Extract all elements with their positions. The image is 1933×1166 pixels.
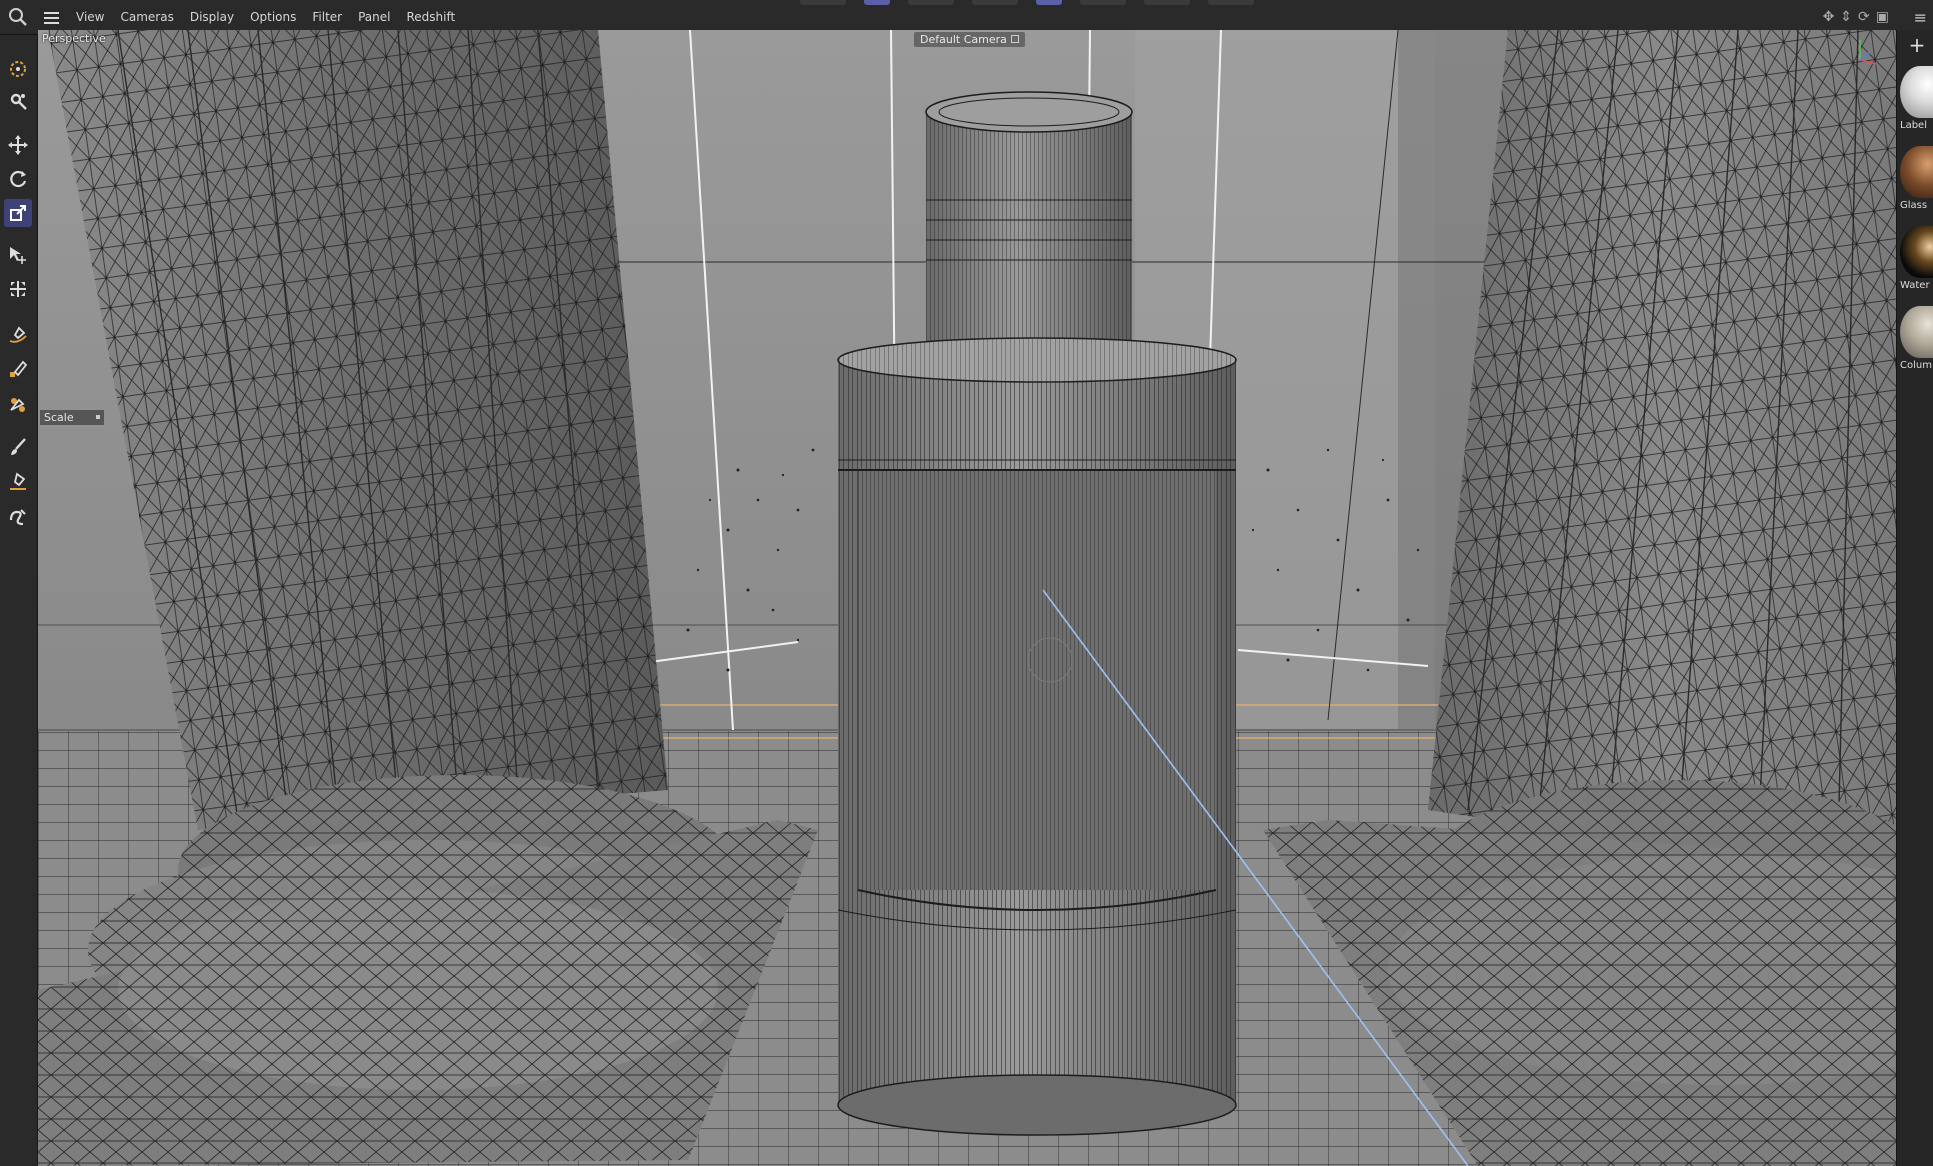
hud-pin-icon[interactable] xyxy=(96,415,100,419)
tool-palette xyxy=(0,35,38,1166)
scene-render[interactable] xyxy=(38,30,1896,1166)
material-swatch[interactable]: Water xyxy=(1900,226,1933,291)
rotate-icon[interactable] xyxy=(4,165,32,193)
material-swatch[interactable]: Glass xyxy=(1900,146,1933,211)
camera-lock-icon[interactable] xyxy=(1010,35,1019,43)
material-ball-icon xyxy=(1900,226,1933,278)
brush-icon[interactable] xyxy=(4,433,32,461)
material-shelf: + Label Glass Water Colum xyxy=(1896,30,1933,1166)
material-ball-icon xyxy=(1900,306,1933,358)
perspective-viewport[interactable]: Perspective Default Camera Scale xyxy=(38,30,1896,1166)
tools-settings-icon[interactable] xyxy=(4,87,32,115)
polygon-pen-icon[interactable] xyxy=(4,467,32,495)
menu-options[interactable]: Options xyxy=(242,0,304,34)
layout-tabs xyxy=(800,0,1254,6)
viewport-nav-icons: ✥ ⇕ ⟳ ▣ xyxy=(1823,9,1889,25)
dolly-icon[interactable]: ⇕ xyxy=(1840,9,1852,25)
viewport-menus: View Cameras Display Options Filter Pane… xyxy=(68,0,463,34)
camera-name: Default Camera xyxy=(920,33,1007,46)
material-ball-icon xyxy=(1900,66,1933,118)
menu-view[interactable]: View xyxy=(68,0,112,34)
pan-icon[interactable]: ✥ xyxy=(1823,9,1835,25)
search-icon[interactable] xyxy=(6,6,30,28)
material-name: Glass xyxy=(1900,200,1928,211)
active-tool-hud[interactable]: Scale xyxy=(40,410,104,425)
panel-menu-icon[interactable]: ≡ xyxy=(1914,8,1927,27)
material-name: Label xyxy=(1900,120,1927,131)
maximize-icon[interactable]: ▣ xyxy=(1876,9,1889,25)
menu-display[interactable]: Display xyxy=(182,0,242,34)
layout-tab[interactable] xyxy=(1144,0,1190,5)
orbit-icon[interactable]: ⟳ xyxy=(1858,9,1870,25)
transform-icon[interactable] xyxy=(4,275,32,303)
layout-tab[interactable] xyxy=(1080,0,1126,5)
select-move-icon[interactable] xyxy=(4,241,32,269)
material-swatch[interactable]: Colum xyxy=(1900,306,1933,371)
layout-tab-active[interactable] xyxy=(1036,0,1062,5)
view-name-label[interactable]: Perspective xyxy=(42,32,106,45)
layout-tab[interactable] xyxy=(1208,0,1254,5)
layout-tab[interactable] xyxy=(908,0,954,5)
menu-cameras[interactable]: Cameras xyxy=(112,0,181,34)
spline-pen-icon[interactable] xyxy=(4,321,32,349)
material-ball-icon xyxy=(1900,146,1933,198)
smooth-shift-icon[interactable] xyxy=(4,503,32,531)
live-selection-icon[interactable] xyxy=(4,55,32,83)
spline-smooth-icon[interactable] xyxy=(4,391,32,419)
menu-panel[interactable]: Panel xyxy=(350,0,398,34)
move-icon[interactable] xyxy=(4,131,32,159)
axis-gizmo-icon xyxy=(1859,40,1877,65)
layout-tab[interactable] xyxy=(972,0,1018,5)
menu-filter[interactable]: Filter xyxy=(304,0,350,34)
active-tool-label: Scale xyxy=(44,411,74,424)
menu-redshift[interactable]: Redshift xyxy=(398,0,463,34)
spline-sketch-icon[interactable] xyxy=(4,355,32,383)
scale-icon[interactable] xyxy=(4,199,32,227)
material-name: Water xyxy=(1900,280,1930,291)
layout-tab[interactable] xyxy=(800,0,846,5)
hamburger-icon[interactable] xyxy=(44,10,60,24)
material-swatch[interactable]: Label xyxy=(1900,66,1933,131)
material-name: Colum xyxy=(1900,360,1932,371)
layout-tab-active[interactable] xyxy=(864,0,890,5)
add-material-icon[interactable]: + xyxy=(1905,34,1929,58)
camera-selector[interactable]: Default Camera xyxy=(914,32,1025,47)
